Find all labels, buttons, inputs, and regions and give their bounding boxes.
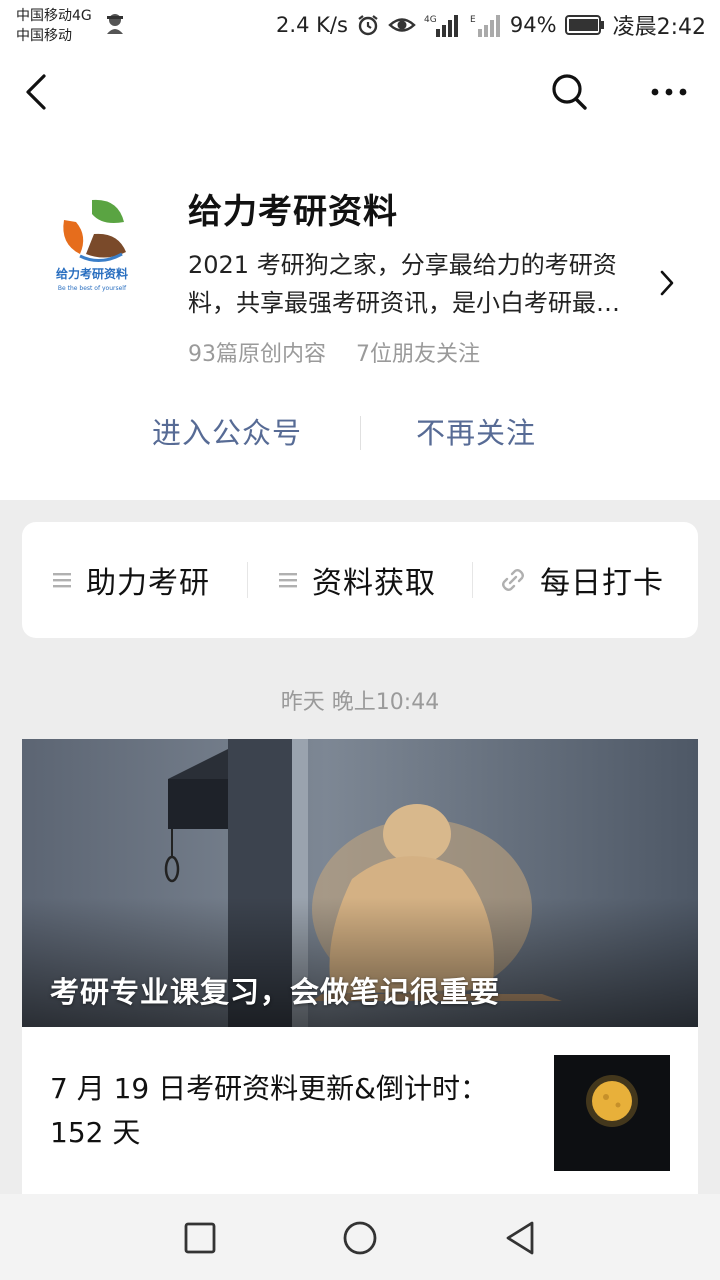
carrier-line-2: 中国移动: [16, 28, 72, 44]
article-card: 考研专业课复习，会做笔记很重要 7 月 19 日考研资料更新&倒计时：152 天: [22, 739, 698, 1199]
carrier-info: 中国移动4G 中国移动: [16, 6, 92, 46]
carrier-line-1: 中国移动4G: [16, 8, 92, 24]
account-name: 给力考研资料: [188, 192, 398, 232]
account-menu: 助力考研 资料获取 每日打卡: [22, 522, 698, 638]
alarm-icon: [358, 15, 378, 36]
account-profile: 给力考研资料 Be the best of yourself 给力考研资料 20…: [0, 132, 720, 500]
status-bar: 中国移动4G 中国移动 2.4 K/s 4G E 94% 凌晨2:42: [0, 0, 720, 52]
sub-article-title: 7 月 19 日考研资料更新&倒计时：152 天: [50, 1072, 488, 1149]
divider: [360, 416, 361, 450]
menu-item-label: 资料获取: [312, 566, 436, 601]
battery-icon: [564, 15, 604, 35]
more-icon[interactable]: [646, 74, 692, 110]
menu-item-label: 每日打卡: [540, 566, 664, 601]
logo-text: 给力考研资料: [56, 266, 128, 281]
sub-article[interactable]: 7 月 19 日考研资料更新&倒计时：152 天: [22, 1027, 698, 1199]
menu-item-zhuli[interactable]: 助力考研: [52, 522, 210, 638]
link-icon: [502, 569, 524, 591]
friends-following: 7位朋友关注: [356, 342, 480, 367]
status-indicators: 2.4 K/s 4G E 94% 凌晨2:42: [276, 8, 706, 42]
clock: 凌晨2:42: [612, 15, 706, 40]
original-count: 93篇原创内容: [188, 342, 326, 367]
menu-divider: [472, 562, 473, 598]
signal-4g-icon: 4G: [424, 15, 458, 37]
net-speed: 2.4 K/s: [276, 13, 348, 37]
main-article[interactable]: 考研专业课复习，会做笔记很重要: [22, 739, 698, 1027]
system-nav-bar: [0, 1194, 720, 1280]
account-description[interactable]: 2021 考研狗之家，分享最给力的考研资料，共享最强考研资讯，是小白考研最…: [188, 246, 648, 322]
battery-percent: 94%: [509, 13, 557, 37]
enter-account-button[interactable]: 进入公众号: [152, 410, 302, 452]
recent-apps-icon[interactable]: [180, 1218, 220, 1258]
unfollow-button[interactable]: 不再关注: [416, 410, 536, 452]
message-timestamp: 昨天 晚上10:44: [280, 690, 440, 715]
notification-avatar-icon: [107, 14, 123, 34]
account-stats: 93篇原创内容 7位朋友关注: [188, 336, 480, 368]
back-icon[interactable]: [20, 72, 56, 112]
list-icon: [53, 573, 71, 588]
list-icon: [279, 573, 297, 588]
menu-item-daka[interactable]: 每日打卡: [500, 522, 664, 638]
svg-text:4G: 4G: [424, 15, 437, 25]
chevron-right-icon[interactable]: [656, 268, 678, 298]
menu-divider: [247, 562, 248, 598]
account-logo[interactable]: 给力考研资料 Be the best of yourself: [40, 192, 144, 296]
main-article-title: 考研专业课复习，会做笔记很重要: [50, 975, 501, 1009]
sub-article-thumbnail: [554, 1055, 670, 1171]
eye-icon: [388, 18, 416, 32]
home-icon[interactable]: [340, 1218, 380, 1258]
menu-item-label: 助力考研: [86, 566, 210, 601]
menu-item-ziliao[interactable]: 资料获取: [278, 522, 436, 638]
svg-text:E: E: [470, 15, 476, 25]
account-actions: 进入公众号 不再关注: [0, 404, 720, 466]
signal-e-icon: E: [470, 15, 500, 37]
back-nav-icon[interactable]: [500, 1218, 540, 1258]
top-nav: [0, 52, 720, 132]
search-icon[interactable]: [548, 70, 590, 114]
logo-slogan: Be the best of yourself: [58, 285, 127, 292]
